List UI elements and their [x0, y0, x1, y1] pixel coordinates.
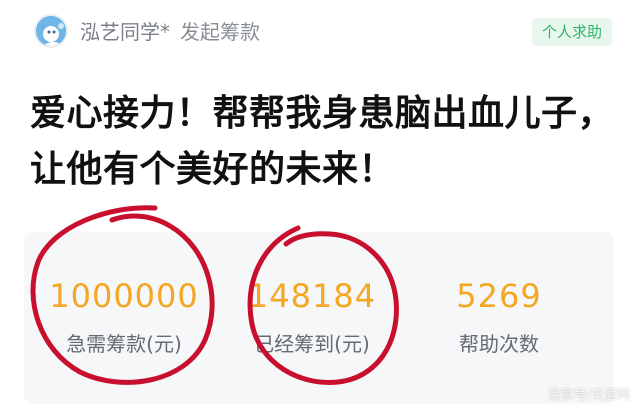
- stat-target-label: 急需筹款(元): [66, 332, 182, 356]
- stat-raised: 148184 已经筹到(元): [222, 276, 402, 358]
- campaign-title: 爱心接力！帮帮我身患脑出血儿子，让他有个美好的未来！: [30, 93, 615, 190]
- stat-raised-value: 148184: [247, 277, 377, 315]
- stat-helps-label: 帮助次数: [459, 332, 539, 356]
- user-avatar[interactable]: [34, 14, 68, 48]
- campaign-header: 泓艺同学* 发起筹款 个人求助: [0, 0, 640, 70]
- avatar-icon: [36, 16, 66, 46]
- category-tag: 个人求助: [531, 18, 612, 46]
- stat-helps: 5269 帮助次数: [409, 276, 589, 358]
- watermark: 百家号/天涯网: [547, 388, 630, 403]
- stat-helps-value: 5269: [456, 277, 542, 315]
- user-name[interactable]: 泓艺同学*: [80, 20, 170, 44]
- stat-target-value: 1000000: [49, 277, 199, 315]
- stat-raised-label: 已经筹到(元): [254, 332, 370, 356]
- stat-target: 1000000 急需筹款(元): [34, 276, 214, 358]
- header-text: 泓艺同学* 发起筹款: [80, 18, 260, 46]
- action-text: 发起筹款: [180, 20, 260, 44]
- stats-card: 1000000 急需筹款(元) 148184 已经筹到(元) 5269 帮助次数: [24, 232, 614, 404]
